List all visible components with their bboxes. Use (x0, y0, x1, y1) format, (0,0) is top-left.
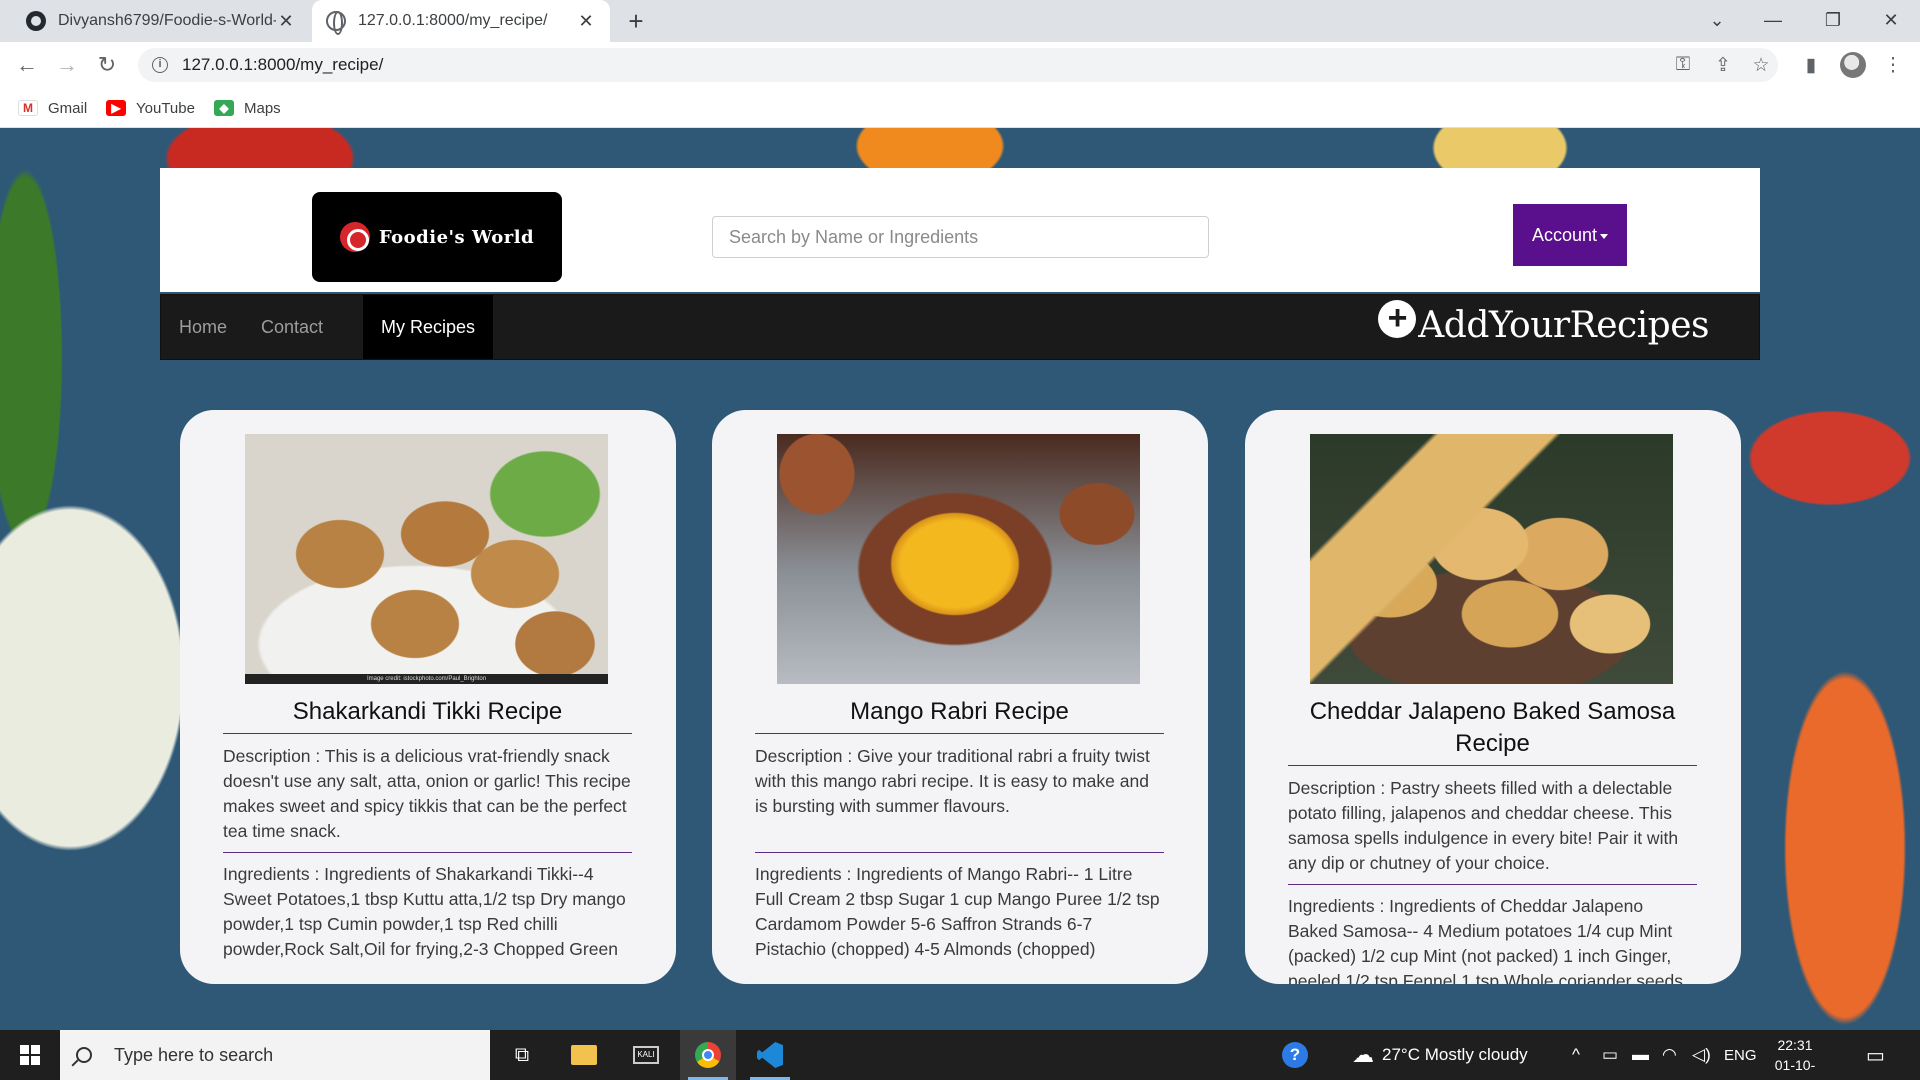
bookmark-gmail[interactable]: M Gmail (18, 96, 87, 120)
file-explorer-icon[interactable] (556, 1030, 612, 1080)
recipe-body: Description : Give your traditional rabr… (755, 744, 1164, 962)
language-indicator[interactable]: ENG (1724, 1030, 1757, 1080)
github-icon (26, 11, 46, 31)
globe-icon (326, 11, 346, 35)
weather-widget[interactable]: ☁ 27°C Mostly cloudy (1352, 1030, 1528, 1080)
nav-home[interactable]: Home (161, 295, 245, 359)
profile-avatar[interactable] (1840, 52, 1866, 78)
site-header: Foodie's World Account (160, 168, 1760, 292)
share-icon[interactable]: ⇪ (1710, 52, 1736, 78)
windows-taskbar: Type here to search ⧉ KALI ? ☁ 27°C Most… (0, 1030, 1920, 1080)
close-tab-icon[interactable]: ✕ (576, 11, 596, 32)
gmail-icon: M (18, 100, 38, 116)
battery-icon[interactable]: ▬ (1632, 1030, 1649, 1080)
tab-search-chevron-icon[interactable]: ⌄ (1690, 0, 1744, 40)
site-navbar: Home Contact My Recipes + AddYourRecipes (160, 294, 1760, 360)
bookmark-maps[interactable]: ◆ Maps (214, 96, 281, 120)
plus-circle-icon: + (1378, 299, 1417, 338)
close-window-button[interactable]: ✕ (1864, 0, 1918, 40)
notifications-icon[interactable]: ▭ (1866, 1030, 1885, 1080)
recipe-ingredients: Ingredients : Ingredients of Mango Rabri… (755, 864, 1160, 959)
recipe-ingredients: Ingredients : Ingredients of Shakarkandi… (223, 864, 626, 959)
recipe-title: Shakarkandi Tikki Recipe (223, 696, 632, 734)
youtube-icon: ▶ (106, 100, 126, 116)
windows-logo-icon (20, 1045, 40, 1065)
clock-date: 01-10-2022 (1774, 1057, 1816, 1080)
recipe-description: Description : This is a delicious vrat-f… (223, 744, 632, 853)
recipe-title: Mango Rabri Recipe (755, 696, 1164, 734)
bookmark-label: Gmail (48, 99, 88, 117)
tab-github[interactable]: Divyansh6799/Foodie-s-World-W ✕ (12, 0, 310, 42)
maps-icon: ◆ (214, 100, 234, 116)
recipe-image-cheddar-jalapeno-samosa[interactable] (1310, 434, 1673, 684)
browser-toolbar: ← → ↻ i 127.0.0.1:8000/my_recipe/ ⚿ ⇪ ☆ … (0, 42, 1920, 88)
weather-text: 27°C Mostly cloudy (1382, 1045, 1528, 1064)
task-view-icon[interactable]: ⧉ (494, 1030, 550, 1080)
clock-time: 22:31 (1777, 1037, 1813, 1053)
account-dropdown-button[interactable]: Account (1513, 204, 1627, 266)
site-logo[interactable]: Foodie's World (312, 192, 562, 282)
chrome-icon[interactable] (680, 1030, 736, 1080)
nav-my-recipes[interactable]: My Recipes (363, 295, 494, 359)
forward-button[interactable]: → (52, 50, 82, 80)
bookmark-youtube[interactable]: ▶ YouTube (106, 96, 195, 120)
address-bar[interactable]: i 127.0.0.1:8000/my_recipe/ (138, 48, 1778, 82)
recipe-description: Description : Pastry sheets filled with … (1288, 776, 1697, 885)
recipe-search-input[interactable] (712, 216, 1209, 258)
device-icon[interactable]: ▭ (1602, 1030, 1618, 1080)
minimize-button[interactable]: — (1746, 0, 1800, 40)
back-button[interactable]: ← (12, 50, 42, 80)
add-your-recipes-link[interactable]: + AddYourRecipes (1378, 299, 1709, 346)
recipe-body: Description : Pastry sheets filled with … (1288, 776, 1697, 984)
address-text: 127.0.0.1:8000/my_recipe/ (182, 55, 384, 74)
restore-button[interactable]: ❐ (1806, 0, 1860, 40)
image-credit: Image credit: istockphoto.com/Paul_Brigh… (245, 674, 608, 684)
wifi-icon[interactable]: ◠ (1662, 1030, 1677, 1080)
recipe-ingredients: Ingredients : Ingredients of Cheddar Jal… (1288, 896, 1683, 984)
account-label: Account (1531, 224, 1598, 245)
volume-icon[interactable]: ◁) (1692, 1030, 1711, 1080)
vscode-icon[interactable] (742, 1030, 798, 1080)
search-icon (76, 1047, 92, 1063)
recipe-card[interactable]: Mango Rabri Recipe Description : Give yo… (712, 410, 1208, 984)
reload-button[interactable]: ↻ (92, 50, 122, 80)
bookmark-label: YouTube (136, 99, 195, 117)
taskbar-search[interactable]: Type here to search (60, 1030, 490, 1080)
new-tab-button[interactable]: + (622, 8, 650, 36)
bookmarks-bar: M Gmail ▶ YouTube ◆ Maps (0, 88, 1920, 128)
nav-contact[interactable]: Contact (243, 295, 341, 359)
recipe-title: Cheddar Jalapeno Baked Samosa Recipe (1288, 696, 1697, 766)
recipe-image-shakarkandi-tikki[interactable]: Image credit: istockphoto.com/Paul_Brigh… (245, 434, 608, 684)
taskbar-search-placeholder: Type here to search (114, 1044, 274, 1065)
show-hidden-icons-chevron-icon[interactable]: ^ (1572, 1030, 1580, 1080)
logo-text: Foodie's World (378, 226, 535, 248)
add-recipes-label: AddYourRecipes (1418, 305, 1709, 346)
help-icon[interactable]: ? (1282, 1030, 1308, 1080)
bookmark-label: Maps (244, 99, 281, 117)
caret-down-icon (1600, 234, 1609, 239)
weather-cloud-icon: ☁ (1352, 1042, 1374, 1067)
tab-title: Divyansh6799/Foodie-s-World-W (58, 12, 276, 29)
taskbar-clock[interactable]: 22:31 01-10-2022 (1760, 1035, 1830, 1080)
recipe-image-mango-rabri[interactable] (777, 434, 1140, 684)
logo-emblem-icon (339, 222, 370, 252)
side-panel-icon[interactable]: ▮ (1798, 52, 1824, 78)
recipe-card[interactable]: Cheddar Jalapeno Baked Samosa Recipe Des… (1245, 410, 1741, 984)
key-icon[interactable]: ⚿ (1670, 52, 1696, 78)
tab-strip: Divyansh6799/Foodie-s-World-W ✕ 127.0.0.… (0, 0, 1920, 42)
site-info-icon[interactable]: i (152, 57, 168, 73)
start-button[interactable] (0, 1030, 60, 1080)
recipe-description: Description : Give your traditional rabr… (755, 744, 1164, 853)
kali-terminal-icon[interactable]: KALI (618, 1030, 674, 1080)
page-viewport: Foodie's World Account Home Contact My R… (0, 128, 1920, 1030)
tab-title: 127.0.0.1:8000/my_recipe/ (358, 12, 548, 29)
recipe-body: Description : This is a delicious vrat-f… (223, 744, 632, 962)
recipe-card[interactable]: Image credit: istockphoto.com/Paul_Brigh… (180, 410, 676, 984)
menu-kebab-icon[interactable]: ⋮ (1880, 52, 1906, 78)
bookmark-star-icon[interactable]: ☆ (1748, 52, 1774, 78)
tab-my-recipe[interactable]: 127.0.0.1:8000/my_recipe/ ✕ (312, 0, 610, 42)
close-tab-icon[interactable]: ✕ (276, 11, 296, 32)
